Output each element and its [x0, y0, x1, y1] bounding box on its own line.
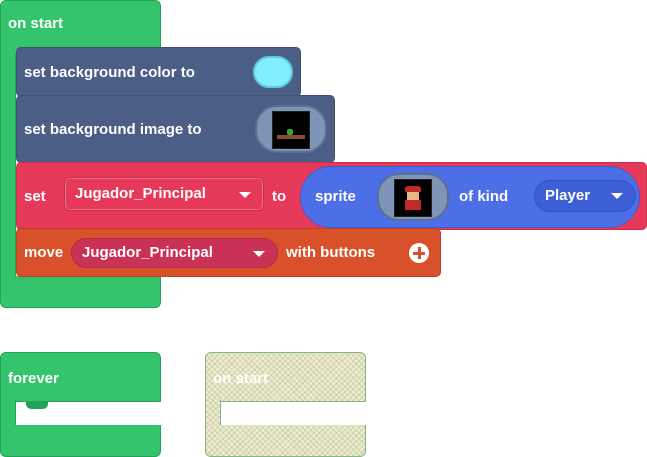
tree-icon	[287, 129, 293, 135]
move-variable-dropdown-value: Jugador_Principal	[82, 244, 213, 261]
forever-bottom-arm[interactable]	[0, 425, 161, 457]
sprite-label: sprite	[315, 188, 356, 205]
background-image-thumbnail	[272, 111, 310, 149]
of-kind-label: of kind	[459, 188, 509, 205]
set-sprite-block[interactable]: set Jugador_Principal to sprite of kind …	[16, 162, 647, 230]
chevron-down-icon	[611, 193, 623, 199]
disabled-on-start-label: on start	[213, 370, 269, 387]
sprite-image-thumbnail	[394, 179, 432, 217]
background-color-swatch[interactable]	[253, 56, 293, 88]
disabled-on-start-bottom-arm[interactable]	[205, 425, 366, 457]
background-image-picker[interactable]	[255, 105, 327, 153]
with-buttons-label: with buttons	[286, 244, 376, 261]
sprite-image-picker[interactable]	[377, 173, 449, 221]
forever-spine	[0, 400, 16, 428]
chevron-down-icon	[239, 192, 251, 198]
disabled-on-start-spine	[205, 400, 221, 428]
move-label: move	[24, 244, 64, 261]
kind-dropdown-value: Player	[545, 187, 591, 204]
set-label: set	[24, 188, 46, 205]
forever-notch	[26, 401, 48, 409]
body-icon	[405, 200, 421, 210]
plus-circle-icon[interactable]	[409, 243, 429, 263]
set-background-image-block[interactable]: set background image to	[16, 95, 335, 163]
on-start-label: on start	[8, 15, 64, 32]
sprite-of-kind-reporter[interactable]: sprite of kind Player	[300, 166, 640, 228]
variable-dropdown[interactable]: Jugador_Principal	[64, 177, 264, 211]
variable-dropdown-value: Jugador_Principal	[75, 185, 206, 202]
set-background-image-label: set background image to	[24, 121, 202, 138]
move-variable-dropdown[interactable]: Jugador_Principal	[71, 238, 278, 268]
face-icon	[407, 192, 419, 200]
on-start-bottom-arm[interactable]	[0, 276, 161, 308]
set-background-color-label: set background color to	[24, 64, 195, 81]
ground-platform-icon	[277, 135, 305, 139]
chevron-down-icon	[253, 251, 265, 257]
kind-dropdown[interactable]: Player	[534, 180, 636, 212]
on-start-spine	[0, 54, 16, 284]
forever-label: forever	[8, 370, 59, 387]
to-label: to	[272, 188, 287, 205]
set-background-color-block[interactable]: set background color to	[16, 47, 301, 97]
move-with-buttons-block[interactable]: move Jugador_Principal with buttons	[16, 228, 441, 277]
